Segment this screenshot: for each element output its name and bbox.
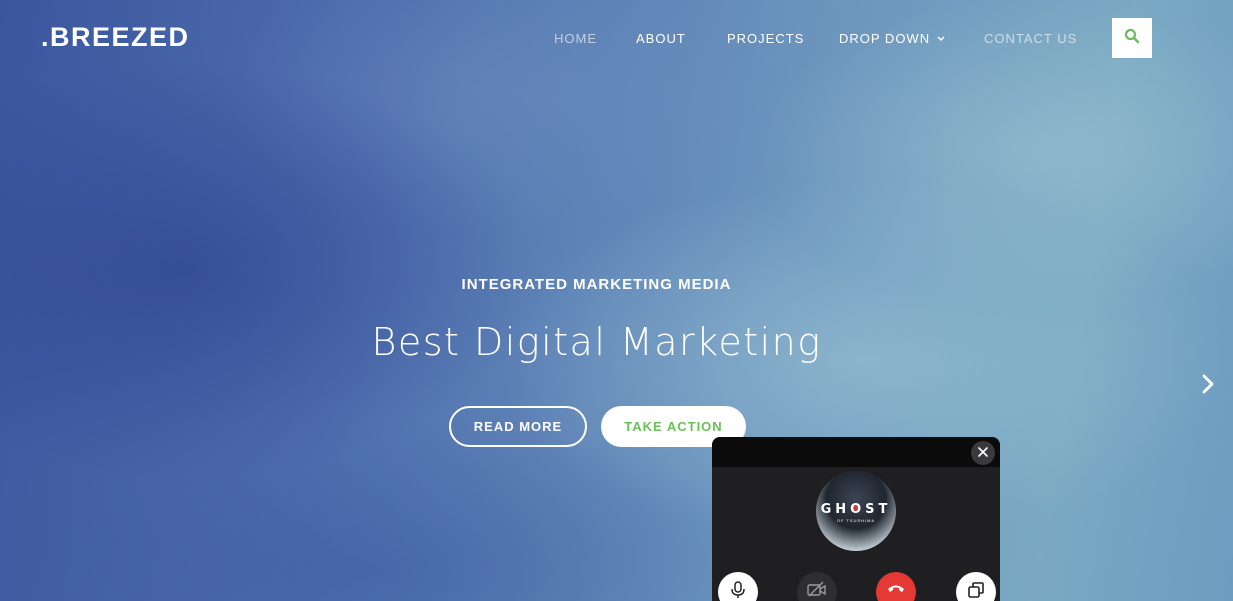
call-popup-header [712,437,1000,467]
hero-subtitle: INTEGRATED MARKETING MEDIA [461,276,732,293]
call-popup: GHOST OF TSUSHIMA [712,437,1000,601]
nav-item-contact-us[interactable]: CONTACT US [984,31,1077,46]
phone-hangup-icon [886,581,906,599]
hero-title: Best Digital Marketing [371,320,822,364]
chevron-down-icon [937,33,945,45]
nav-item-drop-down-label: DROP DOWN [839,31,931,46]
camera-toggle-button[interactable] [797,572,837,601]
nav-item-projects[interactable]: PROJECTS [727,31,804,46]
nav-item-home[interactable]: HOME [554,31,597,46]
caller-avatar: GHOST OF TSUSHIMA [816,471,896,551]
microphone-icon [730,581,746,601]
popout-button[interactable] [956,572,996,601]
window-restore-icon [967,581,985,601]
search-icon [1124,28,1140,49]
nav-item-about[interactable]: ABOUT [636,31,686,46]
nav-item-drop-down[interactable]: DROP DOWN [839,31,945,46]
close-icon [978,444,988,462]
avatar-title: GHOST [820,502,892,517]
chevron-right-icon [1201,373,1215,400]
brand-logo[interactable]: .BREEZED [41,22,190,53]
call-close-button[interactable] [971,441,995,465]
avatar-subtitle: OF TSUSHIMA [836,518,876,523]
hero-background [0,0,1233,601]
read-more-button[interactable]: READ MORE [449,406,587,447]
search-button[interactable] [1112,18,1152,58]
end-call-button[interactable] [876,572,916,601]
camera-off-icon [807,581,827,601]
slider-next-button[interactable] [1196,372,1220,400]
mute-button[interactable] [718,572,758,601]
